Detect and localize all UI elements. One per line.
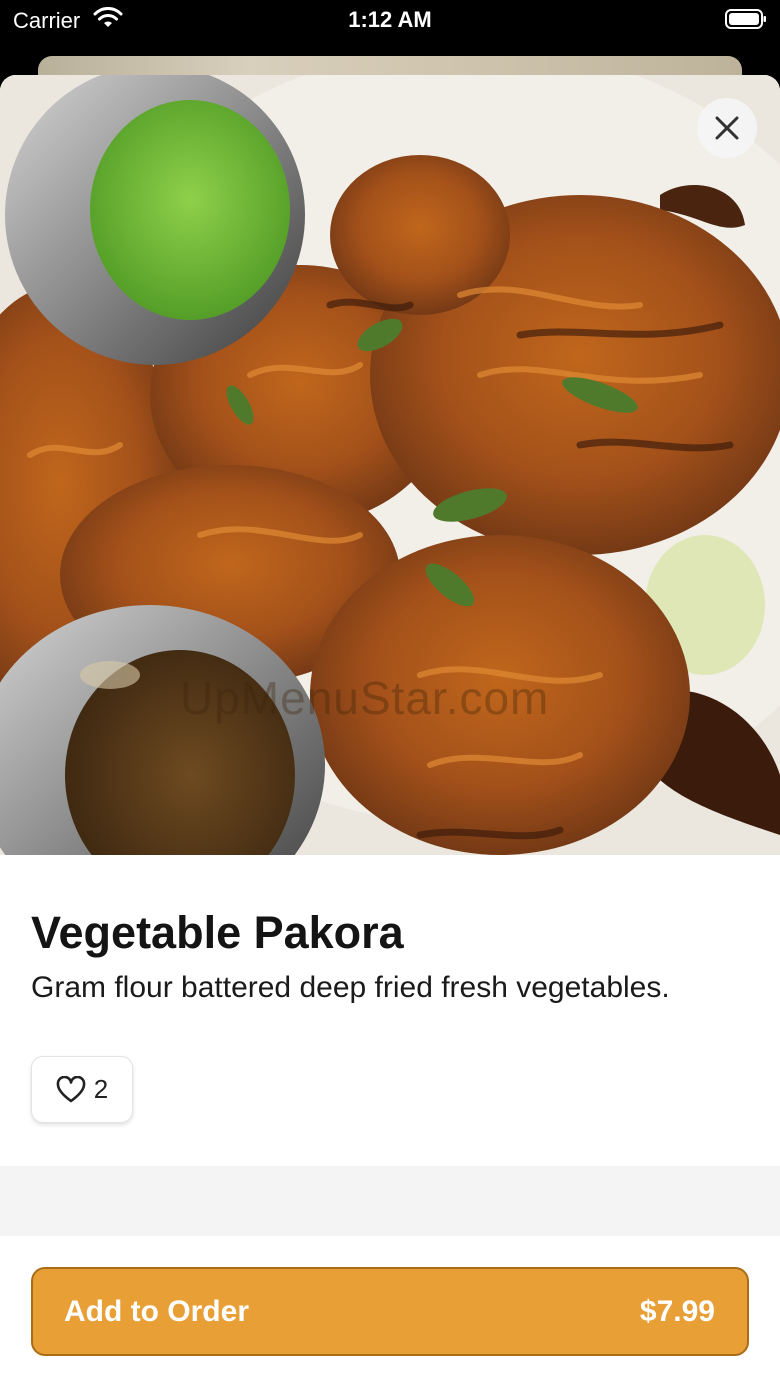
item-detail-sheet: UpMenuStar.com Vegetable Pakora Gram flo… (0, 75, 780, 1387)
item-description: Gram flour battered deep fried fresh veg… (31, 971, 670, 1004)
status-bar: Carrier 1:12 AM (0, 0, 780, 40)
section-divider (0, 1166, 780, 1236)
add-to-order-label: Add to Order (64, 1295, 249, 1328)
item-title: Vegetable Pakora (31, 907, 404, 958)
food-photo-illustration (0, 75, 780, 855)
close-button[interactable] (697, 98, 757, 158)
item-photo: UpMenuStar.com (0, 75, 780, 855)
clock: 1:12 AM (348, 7, 432, 32)
like-button[interactable]: 2 (31, 1056, 133, 1123)
screen: Carrier 1:12 AM UpMenuStar.com Vegetable… (0, 0, 780, 1387)
heart-icon (56, 1075, 86, 1102)
battery-icon (725, 9, 766, 29)
like-count: 2 (93, 1074, 109, 1104)
add-to-order-button[interactable]: Add to Order $7.99 (31, 1267, 749, 1356)
close-icon (715, 116, 739, 140)
item-price: $7.99 (639, 1295, 715, 1328)
photo-watermark: UpMenuStar.com (180, 672, 550, 724)
